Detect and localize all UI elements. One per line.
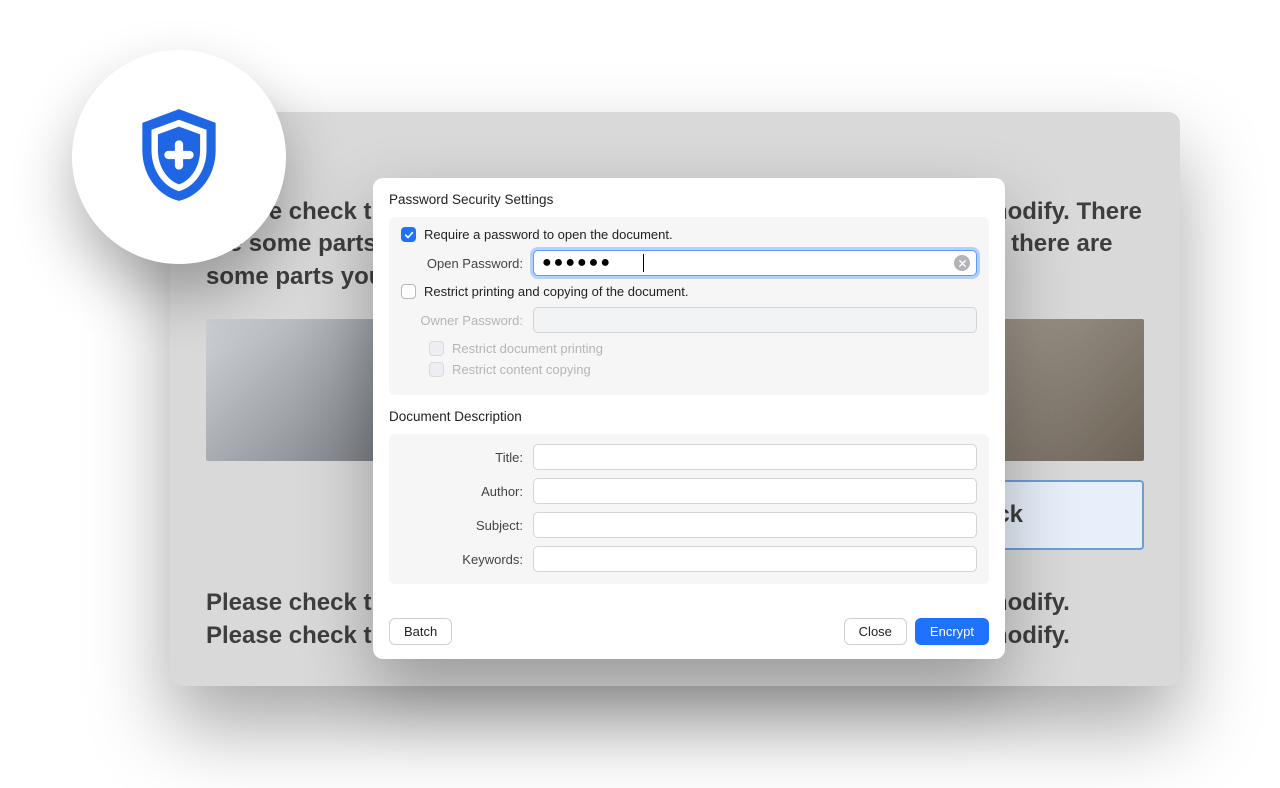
open-password-input[interactable]	[533, 250, 977, 276]
clear-input-icon[interactable]	[954, 255, 970, 271]
owner-password-input	[533, 307, 977, 333]
title-input[interactable]	[533, 444, 977, 470]
dialog-footer: Batch Close Encrypt	[373, 608, 1005, 659]
owner-password-label: Owner Password:	[401, 313, 523, 328]
batch-button[interactable]: Batch	[389, 618, 452, 645]
description-section: Title: Author: Subject: Keywords:	[389, 434, 989, 584]
security-section-title: Password Security Settings	[389, 192, 989, 207]
require-password-checkbox[interactable]	[401, 227, 416, 242]
keywords-input[interactable]	[533, 546, 977, 572]
restrict-checkbox[interactable]	[401, 284, 416, 299]
restrict-printing-checkbox	[429, 341, 444, 356]
security-section: Require a password to open the document.…	[389, 217, 989, 395]
open-password-wrap	[533, 250, 977, 276]
description-section-title: Document Description	[389, 409, 989, 424]
restrict-copying-checkbox	[429, 362, 444, 377]
subject-input[interactable]	[533, 512, 977, 538]
shield-plus-icon	[124, 100, 234, 215]
close-button[interactable]: Close	[844, 618, 907, 645]
encrypt-button[interactable]: Encrypt	[915, 618, 989, 645]
open-password-label: Open Password:	[401, 256, 523, 271]
restrict-copying-label: Restrict content copying	[452, 362, 591, 377]
restrict-printing-label: Restrict document printing	[452, 341, 603, 356]
keywords-label: Keywords:	[401, 552, 523, 567]
title-label: Title:	[401, 450, 523, 465]
text-caret	[643, 254, 644, 272]
require-password-label: Require a password to open the document.	[424, 227, 673, 242]
shield-badge	[72, 50, 286, 264]
subject-label: Subject:	[401, 518, 523, 533]
author-input[interactable]	[533, 478, 977, 504]
author-label: Author:	[401, 484, 523, 499]
restrict-label: Restrict printing and copying of the doc…	[424, 284, 688, 299]
security-settings-dialog: Password Security Settings Require a pas…	[373, 178, 1005, 659]
